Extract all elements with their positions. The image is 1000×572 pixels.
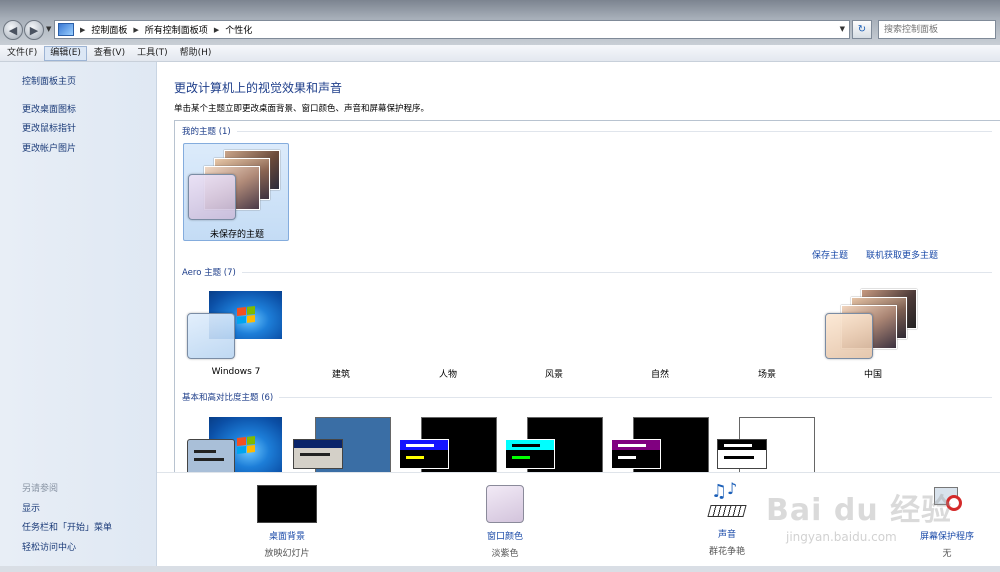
window-color-swatch (187, 313, 235, 359)
search-box[interactable] (878, 20, 996, 39)
section-divider (236, 130, 992, 132)
main-content: 更改计算机上的视觉效果和声音 单击某个主题立即更改桌面背景、窗口颜色、声音和屏幕… (157, 62, 1000, 472)
my-themes-header: 我的主题 (1) (182, 125, 992, 137)
menu-tools[interactable]: 工具(T) (132, 46, 173, 61)
change-desktop-icons-link[interactable]: 更改桌面图标 (22, 102, 76, 115)
setting-label: 窗口颜色 (486, 532, 523, 542)
page-title: 更改计算机上的视觉效果和声音 (174, 81, 343, 95)
basic-themes-label: 基本和高对比度主题 (6) (182, 393, 274, 403)
address-bar[interactable]: ▶ 控制面板 ▶ 所有控制面板项 ▶ 个性化 ▼ (54, 20, 850, 39)
desktop-background-setting[interactable]: 桌面背景 放映幻灯片 (252, 485, 322, 559)
chevron-right-icon[interactable]: ▶ (214, 26, 219, 34)
sound-icon: ♫ ♪ (707, 479, 747, 523)
preview-bar (406, 444, 434, 447)
theme-gallery[interactable]: 我的主题 (1) 未保存的主题 保存主题 联机获取更多主题 Aero 主题 (7… (174, 120, 1000, 472)
preview-bar (406, 456, 424, 459)
search-input[interactable] (879, 21, 995, 38)
theme-nature[interactable]: 自然 (651, 367, 669, 380)
preview-bar (194, 450, 216, 453)
preview-bar (512, 444, 540, 447)
theme-architecture[interactable]: 建筑 (332, 367, 350, 380)
recent-pages-dropdown[interactable]: ▼ (46, 25, 51, 33)
back-button[interactable]: ◀ (3, 20, 23, 40)
page-description: 单击某个主题立即更改桌面背景、窗口颜色、声音和屏幕保护程序。 (174, 104, 430, 114)
setting-value: 淡紫色 (491, 549, 519, 559)
change-account-picture-link[interactable]: 更改帐户图片 (22, 141, 76, 154)
window-color-swatch (825, 313, 873, 359)
setting-value: 群花争艳 (708, 547, 745, 557)
breadcrumb-control-panel[interactable]: 控制面板 (91, 23, 127, 36)
save-theme-link[interactable]: 保存主题 (812, 248, 848, 261)
display-link[interactable]: 显示 (22, 501, 40, 514)
preview-bar (300, 453, 330, 456)
window-color-swatch (717, 439, 767, 469)
window-color-swatch (505, 439, 555, 469)
breadcrumb-personalization[interactable]: 个性化 (225, 23, 252, 36)
control-panel-icon (58, 23, 74, 36)
desktop-background-thumbnail (257, 485, 317, 523)
theme-scenes[interactable]: 场景 (758, 367, 776, 380)
change-mouse-pointers-link[interactable]: 更改鼠标指针 (22, 121, 76, 134)
sounds-setting[interactable]: ♫ ♪ 声音 群花争艳 (690, 479, 764, 557)
theme-name: 中国 (863, 370, 883, 380)
preview-bar (194, 458, 224, 461)
window-color-icon (486, 485, 524, 523)
window-bottom-edge (0, 566, 1000, 572)
baidu-watermark: Bai du 经验 (766, 493, 953, 528)
window-titlebar: ◀ ▶ ▼ ▶ 控制面板 ▶ 所有控制面板项 ▶ 个性化 ▼ ↻ (0, 0, 1000, 45)
menu-bar: 文件(F) 编辑(E) 查看(V) 工具(T) 帮助(H) (0, 45, 1000, 62)
setting-label: 声音 (717, 530, 736, 540)
theme-name: Windows 7 (211, 367, 261, 377)
theme-landscapes[interactable]: 风景 (545, 367, 563, 380)
forward-button[interactable]: ▶ (24, 20, 44, 40)
control-panel-home-link[interactable]: 控制面板主页 (22, 74, 76, 87)
setting-value: 无 (942, 549, 952, 559)
preview-bar (618, 456, 636, 459)
theme-name: 未保存的主题 (209, 230, 265, 240)
taskbar-start-menu-link[interactable]: 任务栏和「开始」菜单 (22, 520, 112, 533)
setting-label: 屏幕保护程序 (919, 532, 974, 542)
menu-edit[interactable]: 编辑(E) (44, 45, 87, 61)
section-divider (279, 396, 992, 398)
setting-value: 放映幻灯片 (264, 549, 310, 559)
preview-bar (724, 456, 754, 459)
window-color-swatch (399, 439, 449, 469)
window-color-swatch (611, 439, 661, 469)
chevron-right-icon[interactable]: ▶ (80, 26, 85, 34)
forward-arrow-icon: ▶ (29, 23, 39, 37)
preview-bar (294, 440, 342, 448)
breadcrumb-all-items[interactable]: 所有控制面板项 (145, 23, 208, 36)
preview-bar (512, 456, 530, 459)
windows-logo-icon (237, 306, 255, 324)
preview-bar (618, 444, 646, 447)
see-also-heading: 另请参阅 (22, 484, 59, 494)
back-arrow-icon: ◀ (8, 23, 18, 37)
basic-themes-header: 基本和高对比度主题 (6) (182, 391, 992, 403)
menu-view[interactable]: 查看(V) (89, 46, 130, 61)
aero-themes-label: Aero 主题 (7) (182, 268, 236, 278)
refresh-icon: ↻ (857, 24, 867, 35)
theme-characters[interactable]: 人物 (439, 367, 457, 380)
window-color-swatch (188, 174, 236, 220)
refresh-button[interactable]: ↻ (852, 20, 872, 39)
get-more-themes-link[interactable]: 联机获取更多主题 (866, 248, 938, 261)
chevron-down-icon[interactable]: ▼ (840, 25, 845, 33)
watermark-url: jingyan.baidu.com (786, 530, 897, 544)
ease-of-access-link[interactable]: 轻松访问中心 (22, 540, 76, 553)
task-pane: 控制面板主页 更改桌面图标 更改鼠标指针 更改帐户图片 另请参阅 显示 任务栏和… (0, 62, 157, 572)
preview-bar (724, 444, 752, 447)
window-color-swatch (187, 439, 235, 472)
aero-themes-header: Aero 主题 (7) (182, 266, 992, 278)
menu-file[interactable]: 文件(F) (2, 46, 42, 61)
section-divider (241, 271, 992, 273)
window-color-swatch (293, 439, 343, 469)
window-color-setting[interactable]: 窗口颜色 淡紫色 (470, 485, 540, 559)
chevron-right-icon[interactable]: ▶ (133, 26, 138, 34)
setting-label: 桌面背景 (268, 532, 305, 542)
menu-help[interactable]: 帮助(H) (175, 46, 217, 61)
windows-logo-icon (237, 436, 255, 454)
my-themes-label: 我的主题 (1) (182, 127, 231, 137)
theme-unsaved[interactable]: 未保存的主题 (183, 143, 289, 241)
